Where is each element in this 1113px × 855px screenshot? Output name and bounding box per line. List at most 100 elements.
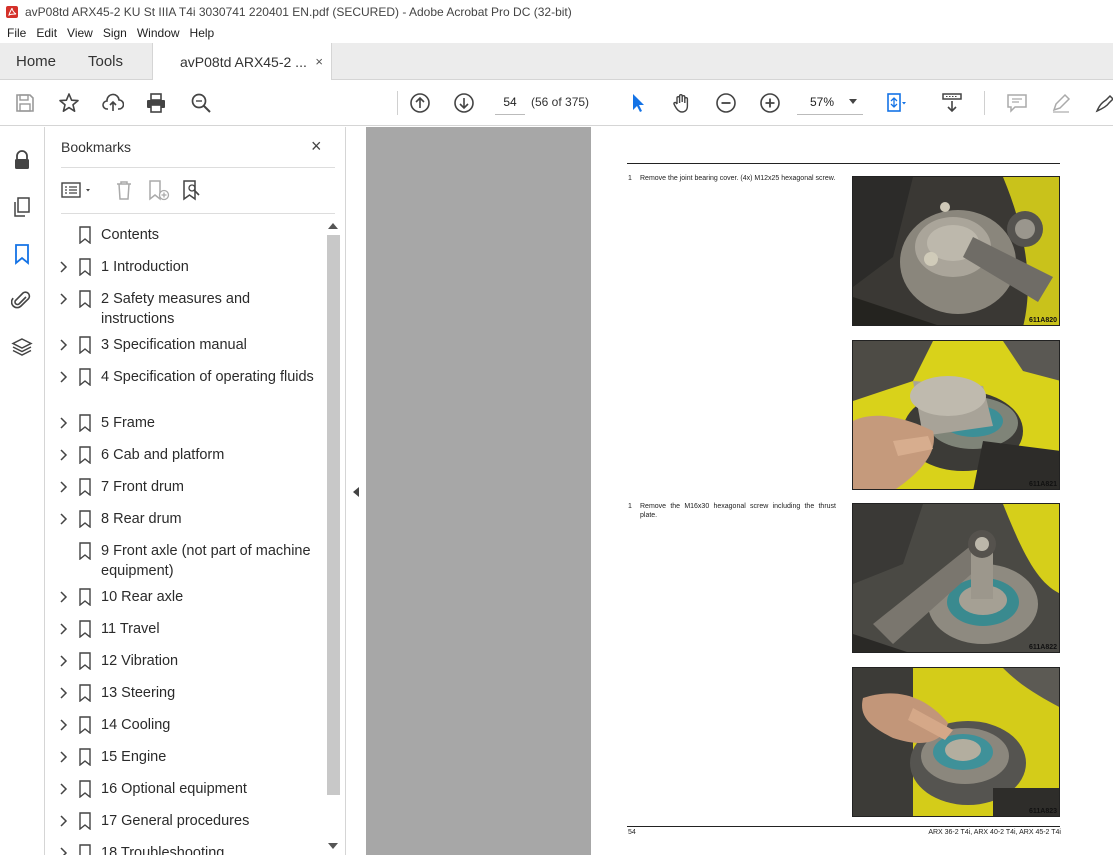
chevron-right-icon[interactable] [59,261,69,273]
menu-window[interactable]: Window [132,23,185,43]
bookmark-item[interactable]: 5 Frame [45,413,327,433]
bookmark-icon [78,652,92,671]
tab-tools[interactable]: Tools [88,43,123,80]
chevron-right-icon[interactable] [59,293,69,305]
chevron-right-icon[interactable] [59,687,69,699]
scrolling-mode-icon[interactable] [940,91,964,115]
scrollbar-thumb[interactable] [327,235,340,795]
chevron-right-icon[interactable] [59,783,69,795]
bookmark-item[interactable]: 18 Troubleshooting [45,843,327,855]
star-icon[interactable] [57,91,81,115]
chevron-right-icon[interactable] [59,751,69,763]
chevron-right-icon[interactable] [59,591,69,603]
page-number-input[interactable]: 54 [495,89,525,115]
page-thumbnails-icon[interactable] [10,195,34,219]
bookmark-label: 11 Travel [101,621,160,637]
bookmark-item[interactable]: 8 Rear drum [45,509,327,529]
bookmark-item[interactable]: 13 Steering [45,683,327,703]
chevron-right-icon[interactable] [59,655,69,667]
layers-icon[interactable] [10,335,34,359]
menu-sign[interactable]: Sign [98,23,132,43]
bookmarks-scrollbar[interactable] [325,219,341,855]
bookmark-item[interactable]: 15 Engine [45,747,327,767]
bookmark-item[interactable]: 7 Front drum [45,477,327,497]
lock-icon[interactable] [10,148,34,172]
comment-icon[interactable] [1005,91,1029,115]
save-icon[interactable] [13,91,37,115]
chevron-right-icon[interactable] [59,481,69,493]
bookmark-options-icon[interactable] [61,177,95,203]
chevron-right-icon[interactable] [59,371,69,383]
close-icon[interactable]: × [311,136,322,157]
print-icon[interactable] [144,91,168,115]
bookmark-item[interactable]: 6 Cab and platform [45,445,327,465]
chevron-right-icon[interactable] [59,449,69,461]
page-footer-model: ARX 36-2 T4i, ARX 40-2 T4i, ARX 45-2 T4i [928,829,1061,836]
menu-edit[interactable]: Edit [31,23,62,43]
delete-bookmark-icon[interactable] [113,177,135,203]
next-page-icon[interactable] [452,91,476,115]
chevron-right-icon[interactable] [59,623,69,635]
scroll-down-icon[interactable] [328,843,338,849]
upload-cloud-icon[interactable] [101,91,125,115]
chevron-right-icon[interactable] [59,847,69,855]
bookmark-item[interactable]: 14 Cooling [45,715,327,735]
find-bookmark-icon[interactable] [181,177,205,203]
bookmark-item[interactable]: 12 Vibration [45,651,327,671]
bookmark-label: 3 Specification manual [101,337,247,353]
bookmark-label: 13 Steering [101,685,176,701]
chevron-down-icon [849,99,857,104]
fit-page-icon[interactable] [884,91,908,115]
bookmark-icon [78,748,92,767]
bookmark-label: 6 Cab and platform [101,447,225,463]
chevron-right-icon[interactable] [59,513,69,525]
bookmark-icon [78,844,92,855]
zoom-out-icon[interactable] [714,91,738,115]
bookmark-item[interactable]: 10 Rear axle [45,587,327,607]
footer-rule [627,826,1060,827]
pdf-page: 1 Remove the joint bearing cover. (4x) M… [591,127,1113,855]
chevron-right-icon[interactable] [59,719,69,731]
tab-document[interactable]: avP08td ARX45-2 ... × [152,43,332,81]
menu-file[interactable]: File [2,23,31,43]
tab-close-icon[interactable]: × [315,54,323,69]
bookmark-item[interactable]: 16 Optional equipment [45,779,327,799]
bookmark-item[interactable]: 4 Specification of operating fluids [45,367,327,407]
bookmark-icon [78,478,92,497]
bookmarks-title: Bookmarks [61,139,132,155]
bookmark-item[interactable]: 11 Travel [45,619,327,639]
hand-tool-icon[interactable] [670,91,694,115]
collapse-panel-icon[interactable] [353,487,359,497]
bookmark-item[interactable]: Contents [45,225,327,245]
highlight-pen-icon[interactable] [1049,91,1073,115]
panel-splitter[interactable] [345,127,366,855]
zoom-in-icon[interactable] [758,91,782,115]
bookmark-item[interactable]: 3 Specification manual [45,335,327,355]
chevron-right-icon[interactable] [59,417,69,429]
chevron-right-icon[interactable] [59,815,69,827]
bookmark-item[interactable]: 17 General procedures [45,811,327,831]
window-title: avP08td ARX45-2 KU St IIIA T4i 3030741 2… [25,4,572,19]
menu-view[interactable]: View [62,23,98,43]
menu-help[interactable]: Help [185,23,220,43]
tab-home[interactable]: Home [16,43,56,80]
bookmark-list: Contents 1 Introduction 2 Safety measures … [45,219,327,855]
bookmark-label: 14 Cooling [101,717,171,733]
zoom-level-select[interactable]: 57% [797,89,863,115]
select-cursor-icon[interactable] [626,91,650,115]
bookmark-label: 1 Introduction [101,259,189,275]
chevron-right-icon[interactable] [59,339,69,351]
navigation-rail [0,127,45,855]
attachment-paperclip-icon[interactable] [10,288,34,312]
bookmark-item[interactable]: 1 Introduction [45,257,327,277]
bookmark-item[interactable]: 9 Front axle (not part of machine equipm… [45,541,327,581]
scroll-up-icon[interactable] [328,223,338,229]
document-view[interactable]: 1 Remove the joint bearing cover. (4x) M… [366,127,1113,855]
sign-pen-icon[interactable] [1093,91,1113,115]
bookmark-item[interactable]: 2 Safety measures and instructions [45,289,327,329]
zoom-search-icon[interactable] [189,91,213,115]
bookmark-panel-icon[interactable] [10,242,34,266]
bookmark-label: 12 Vibration [101,653,179,669]
new-bookmark-icon[interactable] [147,177,171,203]
previous-page-icon[interactable] [408,91,432,115]
